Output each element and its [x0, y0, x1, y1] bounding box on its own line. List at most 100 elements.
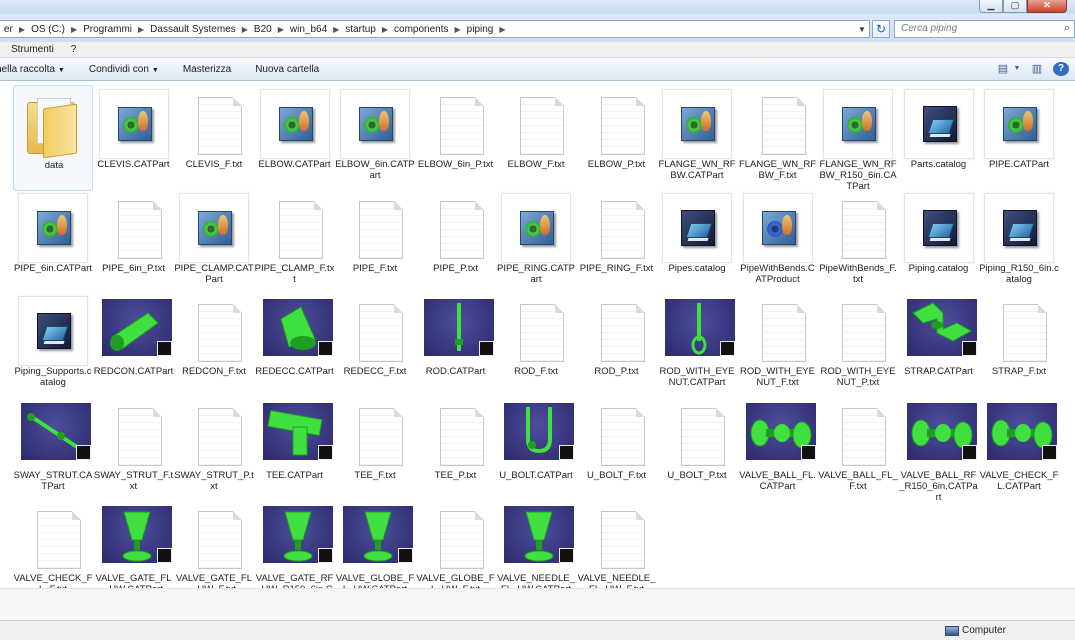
file-item[interactable]: PIPE_F.txt: [335, 189, 415, 295]
file-item[interactable]: ROD_WITH_EYENUT_F.txt: [738, 292, 818, 398]
file-item[interactable]: U_BOLT_P.txt: [657, 396, 737, 502]
part-shape: [57, 431, 65, 440]
file-item[interactable]: U_BOLT_F.txt: [577, 396, 657, 502]
file-item[interactable]: PipeWithBends.CATProduct: [738, 189, 818, 295]
breadcrumb-chevron-icon[interactable]: ▶: [136, 25, 146, 34]
file-item[interactable]: TEE_F.txt: [335, 396, 415, 502]
file-item[interactable]: PIPE_6in_P.txt: [94, 189, 174, 295]
file-item[interactable]: ROD_WITH_EYENUT.CATPart: [657, 292, 737, 398]
catia-badge-icon: [76, 444, 91, 460]
file-item[interactable]: VALVE_BALL_FL.CATPart: [738, 396, 818, 502]
file-item[interactable]: FLANGE_WN_RFBW_R150_6in.CATPart: [818, 85, 898, 192]
file-item[interactable]: REDECC.CATPart: [255, 292, 335, 398]
file-item[interactable]: ELBOW.CATPart: [255, 85, 335, 191]
breadcrumb-chevron-icon[interactable]: ▶: [380, 25, 390, 34]
breadcrumb-item[interactable]: er: [0, 24, 17, 35]
file-thumbnail: [19, 90, 89, 160]
file-item[interactable]: CLEVIS_F.txt: [174, 85, 254, 191]
file-item[interactable]: TEE.CATPart: [255, 396, 335, 502]
menu-item[interactable]: Strumenti: [0, 44, 60, 55]
file-item[interactable]: Parts.catalog: [899, 85, 979, 191]
file-item[interactable]: ELBOW_6in.CATPart: [335, 85, 415, 191]
change-view-icon[interactable]: ▤: [995, 62, 1011, 76]
refresh-button[interactable]: ↻: [872, 20, 890, 38]
file-item[interactable]: FLANGE_WN_RFBW.CATPart: [657, 85, 737, 191]
file-item[interactable]: PIPE.CATPart: [979, 85, 1059, 191]
minimize-button[interactable]: ▁: [979, 0, 1003, 13]
search-icon[interactable]: ⌕: [1064, 22, 1070, 35]
file-item[interactable]: VALVE_BALL_RF_R150_6in.CATPart: [899, 396, 979, 503]
file-item[interactable]: TEE_P.txt: [416, 396, 496, 502]
breadcrumb-item[interactable]: win_b64: [286, 24, 331, 35]
view-options-dropdown-icon[interactable]: ▼: [1013, 62, 1021, 76]
file-item[interactable]: Piping.catalog: [899, 189, 979, 295]
file-item[interactable]: U_BOLT.CATPart: [496, 396, 576, 502]
breadcrumb-item[interactable]: Dassault Systemes: [146, 24, 240, 35]
file-item[interactable]: PIPE_P.txt: [416, 189, 496, 295]
file-item[interactable]: ELBOW_6in_P.txt: [416, 85, 496, 191]
file-item[interactable]: PIPE_6in.CATPart: [13, 189, 93, 295]
file-item[interactable]: SWAY_STRUT_P.txt: [174, 396, 254, 502]
breadcrumb-item[interactable]: Programmi: [79, 24, 136, 35]
file-item[interactable]: STRAP.CATPart: [899, 292, 979, 398]
breadcrumb-chevron-icon[interactable]: ▶: [240, 25, 250, 34]
file-thumbnail: [179, 89, 249, 159]
search-input[interactable]: Cerca piping ⌕: [894, 20, 1075, 38]
part-3d-preview: [343, 506, 413, 563]
file-item[interactable]: CLEVIS.CATPart: [94, 85, 174, 191]
breadcrumb-chevron-icon[interactable]: ▶: [497, 25, 507, 34]
catalog-book-icon: [681, 209, 715, 246]
file-item[interactable]: PIPE_RING.CATPart: [496, 189, 576, 295]
file-item[interactable]: REDCON.CATPart: [94, 292, 174, 398]
file-item[interactable]: VALVE_CHECK_FL.CATPart: [979, 396, 1059, 502]
breadcrumb-item[interactable]: piping: [463, 24, 498, 35]
file-item[interactable]: PipeWithBends_F.txt: [818, 189, 898, 295]
file-item[interactable]: PIPE_CLAMP_F.txt: [255, 189, 335, 295]
breadcrumb-item[interactable]: OS (C:): [27, 24, 69, 35]
command-button[interactable]: Masterizza: [171, 64, 243, 75]
file-item[interactable]: data: [13, 85, 93, 191]
maximize-button[interactable]: ▢: [1003, 0, 1027, 13]
file-item[interactable]: ELBOW_P.txt: [577, 85, 657, 191]
breadcrumb-chevron-icon[interactable]: ▶: [17, 25, 27, 34]
file-item[interactable]: ROD_F.txt: [496, 292, 576, 398]
file-item[interactable]: PIPE_RING_F.txt: [577, 189, 657, 295]
file-item[interactable]: SWAY_STRUT_F.txt: [94, 396, 174, 502]
command-button[interactable]: nella raccolta ▼: [0, 64, 77, 75]
breadcrumb-item[interactable]: components: [390, 24, 452, 35]
preview-pane-icon[interactable]: ▥: [1029, 62, 1045, 76]
breadcrumb-item[interactable]: B20: [250, 24, 276, 35]
breadcrumb-chevron-icon[interactable]: ▶: [276, 25, 286, 34]
file-thumbnail: [823, 296, 893, 366]
command-button[interactable]: Nuova cartella: [243, 64, 331, 75]
file-item[interactable]: REDCON_F.txt: [174, 292, 254, 398]
file-item[interactable]: Pipes.catalog: [657, 189, 737, 295]
flame-icon: [218, 214, 228, 235]
file-item[interactable]: ROD.CATPart: [416, 292, 496, 398]
file-item[interactable]: SWAY_STRUT.CATPart: [13, 396, 93, 502]
command-button[interactable]: Condividi con ▼: [77, 64, 171, 75]
file-item[interactable]: Piping_Supports.catalog: [13, 292, 93, 398]
file-item[interactable]: PIPE_CLAMP.CATPart: [174, 189, 254, 295]
file-item[interactable]: VALVE_BALL_FL_F.txt: [818, 396, 898, 502]
breadcrumb-item[interactable]: startup: [341, 24, 380, 35]
breadcrumb-chevron-icon[interactable]: ▶: [69, 25, 79, 34]
breadcrumb-chevron-icon[interactable]: ▶: [331, 25, 341, 34]
text-document-icon: [198, 97, 242, 155]
address-bar[interactable]: er ▶ OS (C:) ▶ Programmi ▶ Dassault Systemes ▶ B…: [0, 20, 870, 38]
menu-item[interactable]: ?: [60, 44, 83, 55]
file-item[interactable]: STRAP_F.txt: [979, 292, 1059, 398]
file-thumbnail: [662, 89, 732, 159]
file-item[interactable]: FLANGE_WN_RFBW_F.txt: [738, 85, 818, 191]
close-button[interactable]: ✕: [1027, 0, 1067, 13]
help-icon[interactable]: ?: [1053, 62, 1069, 76]
breadcrumb-chevron-icon[interactable]: ▶: [453, 25, 463, 34]
file-item[interactable]: ROD_WITH_EYENUT_P.txt: [818, 292, 898, 398]
address-history-dropdown-icon[interactable]: ▼: [855, 25, 869, 34]
file-item[interactable]: ROD_P.txt: [577, 292, 657, 398]
file-thumbnail: [662, 192, 732, 263]
file-item[interactable]: Piping_R150_6in.catalog: [979, 189, 1059, 295]
file-item[interactable]: REDECC_F.txt: [335, 292, 415, 398]
file-item[interactable]: ELBOW_F.txt: [496, 85, 576, 191]
text-document-icon: [198, 304, 242, 362]
